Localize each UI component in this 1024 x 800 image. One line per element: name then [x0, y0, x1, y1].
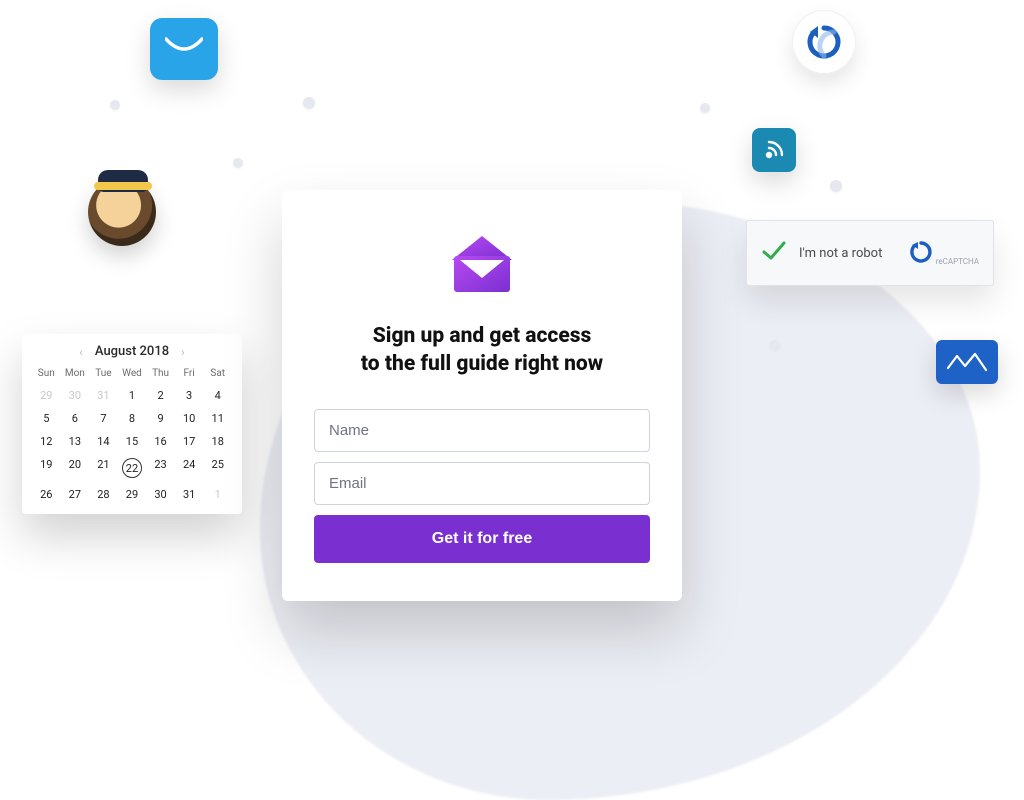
email-field[interactable] [314, 462, 650, 505]
calendar-day[interactable]: 11 [203, 407, 232, 430]
calendar-dow: Sun [32, 365, 61, 384]
calendar-day[interactable]: 17 [175, 430, 204, 453]
calendar-day[interactable]: 15 [118, 430, 147, 453]
calendar-dow: Sat [203, 365, 232, 384]
calendar-grid: SunMonTueWedThuFriSat2930311234567891011… [32, 365, 232, 506]
get-it-for-free-button[interactable]: Get it for free [314, 515, 650, 563]
calendar-dow: Thu [146, 365, 175, 384]
calendar-day[interactable]: 29 [118, 483, 147, 506]
calendar-day[interactable]: 25 [203, 453, 232, 483]
calendar-day[interactable]: 9 [146, 407, 175, 430]
calendar-widget: ‹ August 2018 › SunMonTueWedThuFriSat293… [22, 334, 242, 514]
calendar-dow: Wed [118, 365, 147, 384]
calendar-title: August 2018 [95, 344, 169, 359]
calendar-day[interactable]: 27 [61, 483, 90, 506]
calendar-next-button[interactable]: › [177, 345, 189, 359]
calendar-day[interactable]: 6 [61, 407, 90, 430]
decorative-dot [700, 103, 710, 113]
calendar-dow: Fri [175, 365, 204, 384]
decorative-dot [110, 100, 120, 110]
decorative-dot [303, 97, 315, 109]
recaptcha-brand: reCAPTCHA [936, 257, 979, 266]
calendar-dow: Tue [89, 365, 118, 384]
signup-heading: Sign up and get access to the full guide… [314, 322, 650, 379]
signal-icon [752, 128, 796, 172]
check-icon [761, 238, 787, 268]
mailchimp-icon [88, 178, 156, 246]
signup-heading-line1: Sign up and get access [373, 324, 592, 348]
recaptcha-brand-block: reCAPTCHA [908, 239, 979, 267]
calendar-day[interactable]: 4 [203, 384, 232, 407]
calendar-day[interactable]: 12 [32, 430, 61, 453]
calendar-day[interactable]: 19 [32, 453, 61, 483]
recaptcha-card[interactable]: I'm not a robot reCAPTCHA [746, 220, 994, 286]
calendar-day[interactable]: 31 [175, 483, 204, 506]
calendar-day[interactable]: 23 [146, 453, 175, 483]
calendar-day[interactable]: 5 [32, 407, 61, 430]
decorative-dot [830, 180, 842, 192]
envelope-icon [446, 234, 518, 296]
calendar-day[interactable]: 10 [175, 407, 204, 430]
calendar-day[interactable]: 30 [146, 483, 175, 506]
calendar-day[interactable]: 24 [175, 453, 204, 483]
calendar-day[interactable]: 16 [146, 430, 175, 453]
calendar-day[interactable]: 28 [89, 483, 118, 506]
calendar-day[interactable]: 2 [146, 384, 175, 407]
calendar-day[interactable]: 8 [118, 407, 147, 430]
refresh-icon [792, 10, 856, 74]
calendar-day[interactable]: 31 [89, 384, 118, 407]
calendar-day[interactable]: 7 [89, 407, 118, 430]
decorative-dot [770, 340, 780, 350]
blue-mail-icon [936, 340, 998, 384]
calendar-day[interactable]: 26 [32, 483, 61, 506]
calendar-prev-button[interactable]: ‹ [75, 345, 87, 359]
calendar-day[interactable]: 30 [61, 384, 90, 407]
calendar-day[interactable]: 3 [175, 384, 204, 407]
calendar-day[interactable]: 13 [61, 430, 90, 453]
signup-card: Sign up and get access to the full guide… [282, 190, 682, 601]
name-field[interactable] [314, 409, 650, 452]
calendar-day[interactable]: 21 [89, 453, 118, 483]
calendar-day[interactable]: 1 [118, 384, 147, 407]
calendar-dow: Mon [61, 365, 90, 384]
calendar-day[interactable]: 1 [203, 483, 232, 506]
calendar-day[interactable]: 18 [203, 430, 232, 453]
smile-mail-icon [150, 18, 218, 80]
calendar-day[interactable]: 20 [61, 453, 90, 483]
recaptcha-badge-icon [908, 239, 934, 265]
signup-heading-line2: to the full guide right now [361, 352, 603, 376]
recaptcha-label: I'm not a robot [799, 246, 882, 261]
calendar-day[interactable]: 29 [32, 384, 61, 407]
calendar-day[interactable]: 14 [89, 430, 118, 453]
calendar-day[interactable]: 22 [118, 453, 147, 483]
decorative-dot [233, 158, 243, 168]
